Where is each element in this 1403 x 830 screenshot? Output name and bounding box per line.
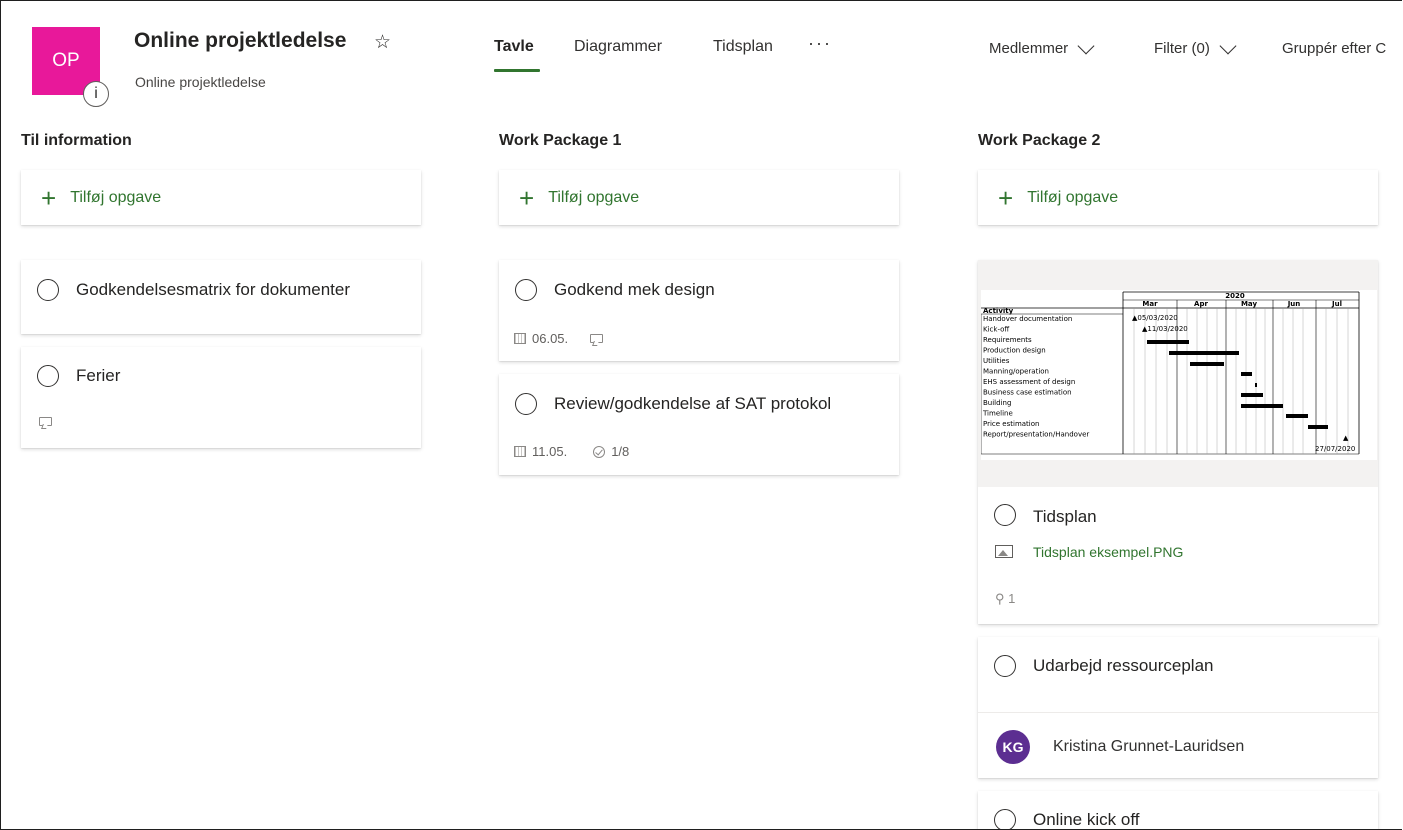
task-card[interactable]: Review/godkendelse af SAT protokol 11.05…	[499, 374, 899, 475]
paperclip-icon: ⚲	[995, 591, 1005, 606]
more-options-icon[interactable]: ···	[808, 33, 832, 54]
card-divider	[978, 712, 1378, 713]
gantt-activity-label: Requirements	[983, 336, 1032, 344]
calendar-icon	[514, 446, 526, 457]
gantt-activity-label: Price estimation	[983, 420, 1039, 428]
gantt-activity-label: EHS assessment of design	[983, 378, 1075, 386]
comment-icon	[39, 417, 52, 426]
image-attachment-icon	[995, 545, 1013, 558]
checklist-progress: 1/8	[611, 444, 630, 459]
group-by-label: Gruppér efter C	[1282, 40, 1387, 57]
complete-task-checkbox[interactable]	[515, 279, 537, 301]
plan-subtitle: Online projektledelse	[135, 74, 266, 90]
favorite-star-icon[interactable]: ☆	[374, 31, 391, 54]
gantt-month: May	[1241, 300, 1257, 308]
gantt-activity-label: Kick-off	[983, 326, 1009, 334]
gantt-activity-label: Timeline	[982, 410, 1013, 418]
plan-title: Online projektledelse	[134, 29, 347, 52]
add-task-button[interactable]: + Tilføj opgave	[21, 170, 421, 225]
tab-schedule[interactable]: Tidsplan	[713, 38, 773, 56]
gantt-year: 2020	[1225, 292, 1245, 300]
task-title: Godkendelsesmatrix for dokumenter	[76, 280, 351, 299]
active-tab-indicator	[494, 69, 540, 72]
attachment-count: ⚲ 1	[995, 591, 1015, 607]
task-title: Ferier	[76, 366, 121, 385]
gantt-milestone: ▲05/03/2020	[1132, 314, 1178, 322]
bucket-title: Til information	[21, 132, 132, 149]
gantt-activity-label: Building	[983, 399, 1011, 407]
task-card[interactable]: Godkend mek design 06.05.	[499, 260, 899, 361]
tab-charts[interactable]: Diagrammer	[574, 38, 662, 56]
complete-task-checkbox[interactable]	[37, 365, 59, 387]
due-date: 11.05.	[532, 444, 568, 459]
gantt-month: Jul	[1331, 300, 1342, 308]
plus-icon: +	[998, 182, 1014, 213]
info-icon[interactable]: i	[83, 81, 109, 107]
complete-task-checkbox[interactable]	[994, 504, 1016, 526]
complete-task-checkbox[interactable]	[37, 279, 59, 301]
gantt-activity-label: Business case estimation	[983, 389, 1072, 397]
gantt-milestone-date: 05/03/2020	[1137, 314, 1177, 322]
task-card[interactable]: Udarbejd ressourceplan KG Kristina Grunn…	[978, 637, 1378, 778]
gantt-preview-image: 2020 Activity Mar Apr May Jun Jul Handov…	[981, 290, 1377, 460]
complete-task-checkbox[interactable]	[515, 393, 537, 415]
comment-icon	[590, 334, 604, 343]
attachment-count-value: 1	[1008, 591, 1016, 606]
add-task-label: Tilføj opgave	[1027, 188, 1119, 206]
bucket-title: Work Package 1	[499, 132, 622, 149]
task-title: Tidsplan	[1033, 507, 1097, 526]
gantt-month: Apr	[1194, 300, 1208, 308]
gantt-milestone-date: 27/07/2020	[1315, 445, 1355, 453]
gantt-milestone-icon: ▲	[1343, 434, 1349, 442]
group-by-dropdown[interactable]: Gruppér efter C	[1282, 40, 1386, 57]
members-label: Medlemmer	[989, 40, 1069, 57]
gantt-milestone-date: 11/03/2020	[1147, 325, 1187, 333]
members-dropdown[interactable]: Medlemmer	[989, 37, 1095, 57]
due-date: 06.05.	[532, 331, 569, 346]
gantt-month: Jun	[1287, 300, 1301, 308]
add-task-button[interactable]: + Tilføj opgave	[499, 170, 899, 225]
gantt-month: Mar	[1142, 300, 1158, 308]
attachment-preview[interactable]: 2020 Activity Mar Apr May Jun Jul Handov…	[978, 260, 1378, 487]
chevron-down-icon	[1077, 37, 1095, 54]
attachment-link[interactable]: Tidsplan eksempel.PNG	[1033, 544, 1183, 560]
gantt-activity-label: Report/presentation/Handover	[983, 431, 1089, 439]
task-meta: 06.05.	[514, 331, 604, 346]
checklist-icon	[593, 445, 606, 458]
complete-task-checkbox[interactable]	[994, 655, 1016, 677]
task-card[interactable]: Godkendelsesmatrix for dokumenter	[21, 260, 421, 334]
task-title: Godkend mek design	[554, 280, 715, 299]
add-task-label: Tilføj opgave	[548, 188, 640, 206]
filter-dropdown[interactable]: Filter (0)	[1154, 37, 1237, 57]
task-card[interactable]: Online kick off	[978, 791, 1378, 829]
gantt-activity-label: Manning/operation	[983, 368, 1049, 376]
task-meta: 11.05. 1/8	[514, 444, 629, 459]
gantt-activity-label: Handover documentation	[983, 315, 1072, 323]
calendar-icon	[514, 333, 526, 344]
add-task-label: Tilføj opgave	[70, 188, 162, 206]
assignee-avatar[interactable]: KG	[996, 730, 1030, 764]
gantt-activity-label: Production design	[983, 347, 1046, 355]
task-title: Review/godkendelse af SAT protokol	[554, 394, 832, 413]
assignee-name: Kristina Grunnet-Lauridsen	[1053, 738, 1245, 755]
plus-icon: +	[519, 182, 535, 213]
planner-board: OP i Online projektledelse ☆ Online proj…	[0, 0, 1402, 830]
add-task-button[interactable]: + Tilføj opgave	[978, 170, 1378, 225]
plan-avatar-initials: OP	[52, 50, 80, 71]
task-title: Udarbejd ressourceplan	[1033, 656, 1214, 675]
chevron-down-icon	[1219, 37, 1237, 54]
bucket-title: Work Package 2	[978, 132, 1101, 149]
task-card[interactable]: 2020 Activity Mar Apr May Jun Jul Handov…	[978, 260, 1378, 624]
gantt-activity-header: Activity	[983, 307, 1014, 315]
task-meta	[39, 417, 52, 426]
filter-label: Filter (0)	[1154, 40, 1210, 57]
plus-icon: +	[41, 182, 57, 213]
complete-task-checkbox[interactable]	[994, 809, 1016, 829]
gantt-milestone: ▲11/03/2020	[1142, 325, 1188, 333]
task-title: Online kick off	[1033, 810, 1140, 829]
task-card[interactable]: Ferier	[21, 347, 421, 448]
tab-board[interactable]: Tavle	[494, 38, 534, 56]
gantt-activity-label: Utilities	[983, 357, 1010, 365]
